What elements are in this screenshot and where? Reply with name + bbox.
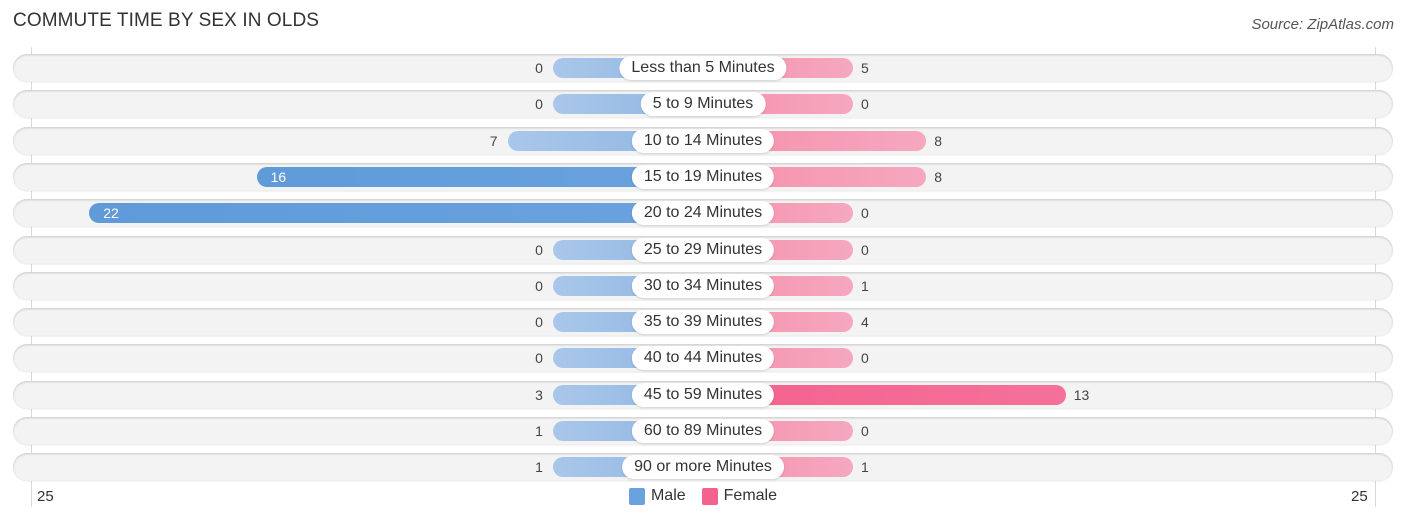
female-value-label: 4	[861, 314, 869, 330]
male-value-label: 0	[535, 278, 543, 294]
male-value-label: 0	[535, 314, 543, 330]
male-value-label: 7	[489, 133, 498, 149]
female-swatch-icon	[701, 487, 718, 505]
category-label: 90 or more Minutes	[622, 455, 784, 479]
female-value-label: 5	[861, 60, 869, 76]
male-value-label: 22	[103, 205, 119, 221]
category-label: 60 to 89 Minutes	[631, 419, 775, 443]
male-value-label: 0	[535, 60, 543, 76]
female-value-label: 8	[934, 169, 942, 185]
category-label: 30 to 34 Minutes	[631, 274, 775, 298]
male-value-label: 0	[535, 242, 543, 258]
source-credit: Source: ZipAtlas.com	[1251, 16, 1394, 33]
female-value-label: 8	[934, 133, 942, 149]
category-label: 10 to 14 Minutes	[631, 129, 775, 153]
male-bar[interactable]	[89, 203, 703, 223]
legend-label-male: Male	[650, 487, 686, 504]
male-value-label: 16	[270, 169, 287, 185]
category-label: 35 to 39 Minutes	[631, 310, 775, 334]
female-value-label: 0	[861, 350, 869, 366]
male-value-label: 0	[535, 350, 543, 366]
category-label: 20 to 24 Minutes	[631, 201, 775, 225]
category-label: 5 to 9 Minutes	[640, 92, 766, 116]
male-swatch-icon	[628, 487, 645, 505]
female-value-label: 0	[861, 242, 869, 258]
female-value-label: 0	[861, 96, 869, 112]
legend-item-male[interactable]: Male	[628, 487, 686, 505]
legend: Male Female	[0, 487, 1406, 505]
category-label: Less than 5 Minutes	[619, 56, 787, 80]
chart-title: COMMUTE TIME BY SEX IN OLDS	[13, 10, 320, 31]
male-value-label: 1	[535, 459, 543, 475]
category-label: 25 to 29 Minutes	[631, 238, 775, 262]
male-value-label: 1	[535, 423, 543, 439]
female-value-label: 0	[861, 205, 869, 221]
male-value-label: 0	[535, 96, 543, 112]
category-label: 45 to 59 Minutes	[631, 383, 775, 407]
legend-label-female: Female	[723, 487, 778, 504]
legend-item-female[interactable]: Female	[701, 487, 778, 505]
female-value-label: 1	[861, 459, 869, 475]
female-value-label: 1	[861, 278, 869, 294]
female-value-label: 13	[1073, 387, 1090, 403]
category-label: 15 to 19 Minutes	[631, 165, 775, 189]
male-value-label: 3	[535, 387, 543, 403]
category-label: 40 to 44 Minutes	[631, 346, 775, 370]
female-value-label: 0	[861, 423, 869, 439]
